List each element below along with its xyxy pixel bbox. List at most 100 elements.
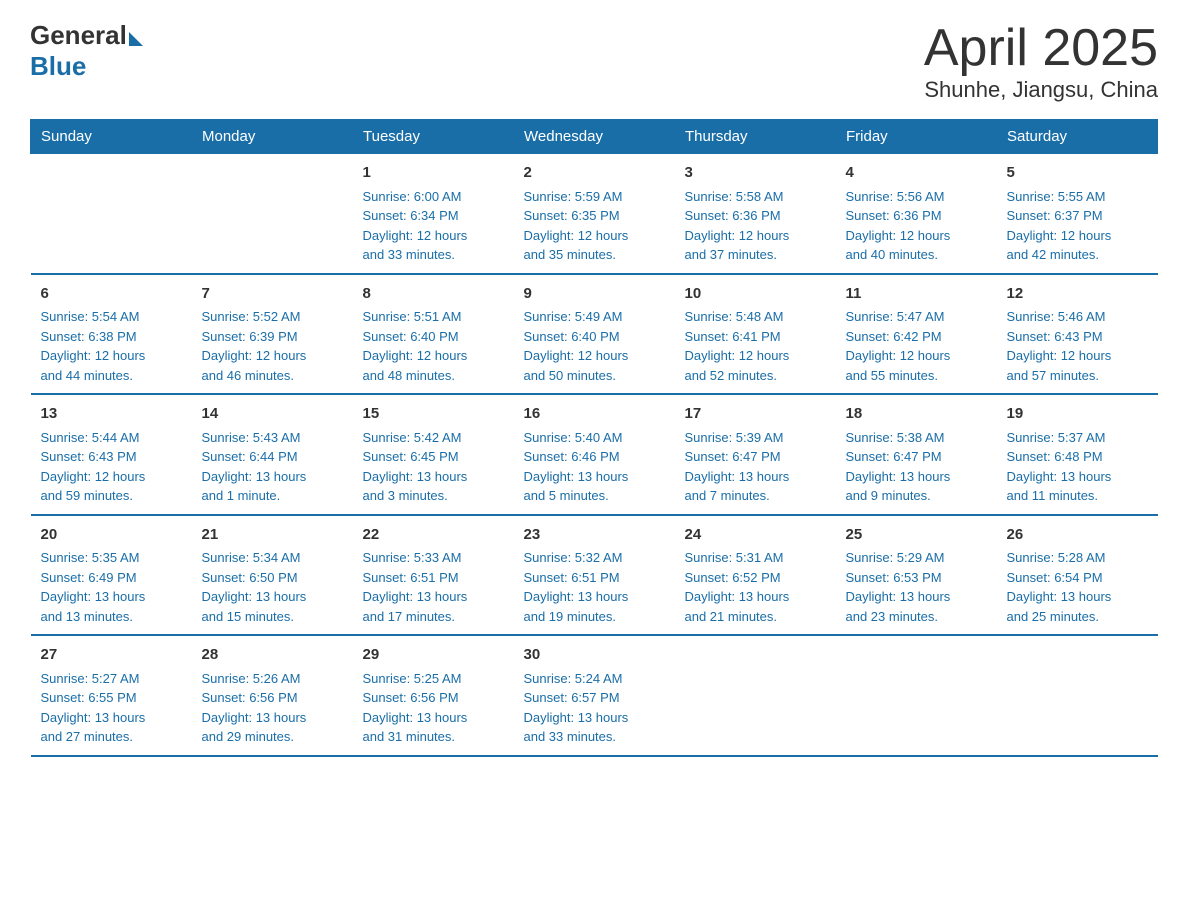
header-cell-wednesday: Wednesday	[514, 120, 675, 154]
day-cell: 30Sunrise: 5:24 AM Sunset: 6:57 PM Dayli…	[514, 635, 675, 756]
day-number: 13	[41, 403, 182, 426]
day-info: Sunrise: 5:52 AM Sunset: 6:39 PM Dayligh…	[202, 307, 343, 385]
day-cell: 12Sunrise: 5:46 AM Sunset: 6:43 PM Dayli…	[997, 274, 1158, 395]
day-cell: 29Sunrise: 5:25 AM Sunset: 6:56 PM Dayli…	[353, 635, 514, 756]
day-info: Sunrise: 5:29 AM Sunset: 6:53 PM Dayligh…	[846, 548, 987, 626]
day-info: Sunrise: 6:00 AM Sunset: 6:34 PM Dayligh…	[363, 187, 504, 265]
day-cell: 16Sunrise: 5:40 AM Sunset: 6:46 PM Dayli…	[514, 394, 675, 515]
day-cell: 17Sunrise: 5:39 AM Sunset: 6:47 PM Dayli…	[675, 394, 836, 515]
day-number: 1	[363, 162, 504, 185]
day-cell: 3Sunrise: 5:58 AM Sunset: 6:36 PM Daylig…	[675, 154, 836, 274]
day-info: Sunrise: 5:59 AM Sunset: 6:35 PM Dayligh…	[524, 187, 665, 265]
day-info: Sunrise: 5:25 AM Sunset: 6:56 PM Dayligh…	[363, 669, 504, 747]
day-info: Sunrise: 5:56 AM Sunset: 6:36 PM Dayligh…	[846, 187, 987, 265]
day-cell: 5Sunrise: 5:55 AM Sunset: 6:37 PM Daylig…	[997, 154, 1158, 274]
day-number: 28	[202, 644, 343, 667]
day-number: 29	[363, 644, 504, 667]
day-number: 27	[41, 644, 182, 667]
calendar-subtitle: Shunhe, Jiangsu, China	[924, 77, 1158, 103]
week-row-1: 6Sunrise: 5:54 AM Sunset: 6:38 PM Daylig…	[31, 274, 1158, 395]
day-info: Sunrise: 5:28 AM Sunset: 6:54 PM Dayligh…	[1007, 548, 1148, 626]
day-info: Sunrise: 5:58 AM Sunset: 6:36 PM Dayligh…	[685, 187, 826, 265]
day-number: 17	[685, 403, 826, 426]
day-cell	[675, 635, 836, 756]
logo-general-text: General	[30, 20, 127, 51]
day-number: 7	[202, 283, 343, 306]
header-cell-sunday: Sunday	[31, 120, 192, 154]
day-info: Sunrise: 5:32 AM Sunset: 6:51 PM Dayligh…	[524, 548, 665, 626]
day-info: Sunrise: 5:47 AM Sunset: 6:42 PM Dayligh…	[846, 307, 987, 385]
day-number: 18	[846, 403, 987, 426]
day-number: 20	[41, 524, 182, 547]
day-cell: 19Sunrise: 5:37 AM Sunset: 6:48 PM Dayli…	[997, 394, 1158, 515]
day-cell: 26Sunrise: 5:28 AM Sunset: 6:54 PM Dayli…	[997, 515, 1158, 636]
header-cell-monday: Monday	[192, 120, 353, 154]
week-row-0: 1Sunrise: 6:00 AM Sunset: 6:34 PM Daylig…	[31, 154, 1158, 274]
calendar-body: 1Sunrise: 6:00 AM Sunset: 6:34 PM Daylig…	[31, 154, 1158, 756]
day-info: Sunrise: 5:26 AM Sunset: 6:56 PM Dayligh…	[202, 669, 343, 747]
header-cell-thursday: Thursday	[675, 120, 836, 154]
day-number: 4	[846, 162, 987, 185]
day-info: Sunrise: 5:48 AM Sunset: 6:41 PM Dayligh…	[685, 307, 826, 385]
day-number: 12	[1007, 283, 1148, 306]
day-cell: 20Sunrise: 5:35 AM Sunset: 6:49 PM Dayli…	[31, 515, 192, 636]
day-number: 9	[524, 283, 665, 306]
day-number: 16	[524, 403, 665, 426]
day-info: Sunrise: 5:34 AM Sunset: 6:50 PM Dayligh…	[202, 548, 343, 626]
logo-arrow-icon	[129, 32, 143, 46]
day-info: Sunrise: 5:49 AM Sunset: 6:40 PM Dayligh…	[524, 307, 665, 385]
header-row: SundayMondayTuesdayWednesdayThursdayFrid…	[31, 120, 1158, 154]
week-row-4: 27Sunrise: 5:27 AM Sunset: 6:55 PM Dayli…	[31, 635, 1158, 756]
day-number: 6	[41, 283, 182, 306]
day-cell: 18Sunrise: 5:38 AM Sunset: 6:47 PM Dayli…	[836, 394, 997, 515]
calendar-title: April 2025	[924, 20, 1158, 77]
week-row-2: 13Sunrise: 5:44 AM Sunset: 6:43 PM Dayli…	[31, 394, 1158, 515]
day-cell: 27Sunrise: 5:27 AM Sunset: 6:55 PM Dayli…	[31, 635, 192, 756]
day-cell: 23Sunrise: 5:32 AM Sunset: 6:51 PM Dayli…	[514, 515, 675, 636]
day-number: 11	[846, 283, 987, 306]
day-info: Sunrise: 5:55 AM Sunset: 6:37 PM Dayligh…	[1007, 187, 1148, 265]
day-info: Sunrise: 5:51 AM Sunset: 6:40 PM Dayligh…	[363, 307, 504, 385]
day-number: 22	[363, 524, 504, 547]
day-cell: 1Sunrise: 6:00 AM Sunset: 6:34 PM Daylig…	[353, 154, 514, 274]
day-number: 3	[685, 162, 826, 185]
day-cell: 7Sunrise: 5:52 AM Sunset: 6:39 PM Daylig…	[192, 274, 353, 395]
day-cell: 14Sunrise: 5:43 AM Sunset: 6:44 PM Dayli…	[192, 394, 353, 515]
day-info: Sunrise: 5:44 AM Sunset: 6:43 PM Dayligh…	[41, 428, 182, 506]
day-cell: 22Sunrise: 5:33 AM Sunset: 6:51 PM Dayli…	[353, 515, 514, 636]
day-number: 2	[524, 162, 665, 185]
day-cell: 25Sunrise: 5:29 AM Sunset: 6:53 PM Dayli…	[836, 515, 997, 636]
day-cell: 2Sunrise: 5:59 AM Sunset: 6:35 PM Daylig…	[514, 154, 675, 274]
header-cell-tuesday: Tuesday	[353, 120, 514, 154]
day-info: Sunrise: 5:37 AM Sunset: 6:48 PM Dayligh…	[1007, 428, 1148, 506]
header-cell-friday: Friday	[836, 120, 997, 154]
day-cell	[836, 635, 997, 756]
day-cell: 6Sunrise: 5:54 AM Sunset: 6:38 PM Daylig…	[31, 274, 192, 395]
day-number: 19	[1007, 403, 1148, 426]
day-cell: 21Sunrise: 5:34 AM Sunset: 6:50 PM Dayli…	[192, 515, 353, 636]
day-cell: 4Sunrise: 5:56 AM Sunset: 6:36 PM Daylig…	[836, 154, 997, 274]
day-cell: 11Sunrise: 5:47 AM Sunset: 6:42 PM Dayli…	[836, 274, 997, 395]
day-cell	[997, 635, 1158, 756]
day-number: 14	[202, 403, 343, 426]
day-info: Sunrise: 5:35 AM Sunset: 6:49 PM Dayligh…	[41, 548, 182, 626]
logo: General Blue	[30, 20, 143, 82]
week-row-3: 20Sunrise: 5:35 AM Sunset: 6:49 PM Dayli…	[31, 515, 1158, 636]
day-info: Sunrise: 5:42 AM Sunset: 6:45 PM Dayligh…	[363, 428, 504, 506]
day-number: 5	[1007, 162, 1148, 185]
day-info: Sunrise: 5:31 AM Sunset: 6:52 PM Dayligh…	[685, 548, 826, 626]
day-cell: 15Sunrise: 5:42 AM Sunset: 6:45 PM Dayli…	[353, 394, 514, 515]
day-cell	[31, 154, 192, 274]
day-number: 30	[524, 644, 665, 667]
day-number: 21	[202, 524, 343, 547]
title-block: April 2025 Shunhe, Jiangsu, China	[924, 20, 1158, 103]
day-number: 10	[685, 283, 826, 306]
page-header: General Blue April 2025 Shunhe, Jiangsu,…	[30, 20, 1158, 103]
day-number: 24	[685, 524, 826, 547]
day-info: Sunrise: 5:40 AM Sunset: 6:46 PM Dayligh…	[524, 428, 665, 506]
day-number: 15	[363, 403, 504, 426]
day-cell: 13Sunrise: 5:44 AM Sunset: 6:43 PM Dayli…	[31, 394, 192, 515]
header-cell-saturday: Saturday	[997, 120, 1158, 154]
day-info: Sunrise: 5:54 AM Sunset: 6:38 PM Dayligh…	[41, 307, 182, 385]
day-cell: 28Sunrise: 5:26 AM Sunset: 6:56 PM Dayli…	[192, 635, 353, 756]
